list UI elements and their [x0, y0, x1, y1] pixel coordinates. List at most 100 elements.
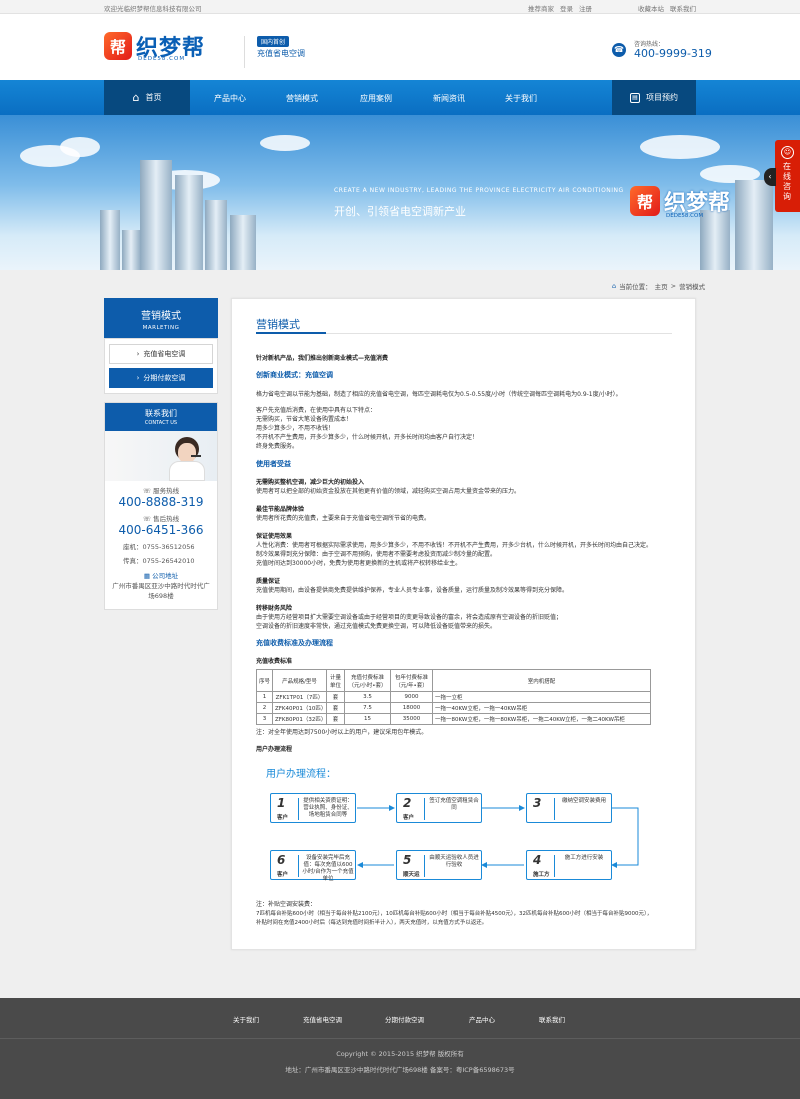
benefit-text: 由于使用方经营项目扩大需要空调设备或由于经营项目的变更导致设备的富余，将会造成原…: [256, 614, 563, 621]
content-panel: 营销模式 针对新机产品，我们推出创新商业模式—充值消费 创新商业模式：充值空调 …: [231, 298, 696, 950]
flow-step-6: 6 客户 设备安装完毕后充值：每次充值以600小时/台作为一个充值单位: [270, 850, 356, 882]
banner-building: [700, 210, 730, 270]
banner-building: [175, 175, 203, 270]
banner-cloud: [260, 135, 310, 151]
section-heading-benefits: 使用者受益: [256, 460, 291, 468]
company-address: 广州市番禺区亚沙中路时代时代广场698楼: [112, 582, 210, 600]
banner-cloud: [640, 135, 720, 159]
top-link-recommend[interactable]: 推荐商家: [528, 3, 554, 13]
breadcrumb-current[interactable]: 营销模式: [679, 281, 705, 291]
footer-link-about[interactable]: 关于我们: [233, 1014, 259, 1024]
footer-link-installment[interactable]: 分期付款空调: [385, 1014, 424, 1024]
top-link-register[interactable]: 注册: [579, 3, 592, 13]
header: 帮 织梦帮 DEDE58.COM 国内首创 充值省电空调 ☎ 咨询热线： 400…: [0, 14, 800, 80]
sidebar-item-label: 充值省电空调: [143, 350, 186, 358]
sidebar: 营销模式 MARLETING › 充值省电空调 › 分期付款空调 联系我们 CO…: [104, 298, 218, 610]
table-cell: ZFK1TP01（7匹）: [272, 691, 327, 703]
table-cell: 9000: [390, 691, 433, 703]
flow-step-3: 3 缴纳空调安装费用: [526, 793, 612, 823]
table-cell: 3.5: [344, 691, 391, 703]
banner-building: [230, 215, 256, 270]
table-cell: 一拖一立柜: [432, 691, 651, 703]
footer-link-contact[interactable]: 联系我们: [539, 1014, 565, 1024]
step-number: 1: [277, 796, 286, 810]
step-role: 顺天运: [403, 872, 420, 878]
banner-building: [100, 210, 120, 270]
header-tagline: 充值省电空调: [257, 49, 305, 58]
step-number: 4: [533, 853, 542, 867]
calendar-icon: ▤: [630, 92, 640, 103]
footer-link-recharge[interactable]: 充值省电空调: [303, 1014, 342, 1024]
logo[interactable]: 帮 织梦帮 DEDE58.COM: [104, 30, 205, 62]
table-note: 注：对全年使用达到7500小时以上的用户，建议采用包年模式。: [256, 729, 428, 736]
nav-appointment[interactable]: ▤ 项目预约: [612, 80, 696, 115]
table-cell: 一拖一40KW立柜，一拖一40KW吊柜: [432, 702, 651, 714]
copyright: Copyright © 2015-2015 织梦帮 版权所有: [336, 1050, 464, 1058]
logo-domain: DEDE58.COM: [138, 56, 186, 62]
address-label-row: ▦ 公司地址: [105, 570, 217, 580]
breadcrumb: ⌂ 当前位置： 主页 > 营销模式: [612, 281, 705, 291]
nav-item-news[interactable]: 新闻资讯: [433, 93, 465, 104]
chat-icon: ☺: [781, 146, 794, 159]
nav-item-about[interactable]: 关于我们: [505, 93, 537, 104]
customer-service-photo: [105, 431, 217, 481]
sidebar-title: 营销模式: [141, 311, 181, 322]
benefit-title: 质量保证: [256, 578, 281, 585]
step-number: 6: [277, 853, 286, 867]
top-links: 推荐商家 登录 注册 收藏本站 联系我们: [528, 3, 696, 13]
landline: 座机：0755-36512056: [123, 543, 195, 551]
table-header: 计量单位: [326, 669, 345, 692]
contact-title-en: CONTACT US: [144, 420, 178, 426]
contact-title: 联系我们: [145, 409, 177, 418]
paragraph: 无需购买，节省大笔设备购置成本！: [256, 416, 353, 423]
table-cell: 35000: [390, 713, 433, 725]
breadcrumb-sep: >: [670, 282, 677, 290]
table-cell: 一拖一80KW立柜，一拖一80KW吊柜，一拖二40KW立柜，一拖二40KW吊柜: [432, 713, 651, 725]
nav-item-products[interactable]: 产品中心: [214, 93, 246, 104]
aftersale-label: 售后热线: [153, 515, 180, 523]
table-cell: 7.5: [344, 702, 391, 714]
sidebar-item-recharge-ac[interactable]: › 充值省电空调: [109, 344, 213, 364]
aftersale-number: 400-6451-366: [118, 523, 204, 537]
top-link-login[interactable]: 登录: [560, 3, 573, 13]
top-link-contact[interactable]: 联系我们: [670, 3, 696, 13]
top-link-bookmark[interactable]: 收藏本站: [638, 3, 664, 13]
headset-icon: ☏: [142, 515, 154, 523]
note-line: 7匹机每台补贴600小时（相当于每台补贴2100元），10匹机每台补贴600小时…: [256, 911, 653, 917]
chevron-right-icon: ›: [136, 374, 140, 382]
step-number: 5: [403, 853, 412, 867]
process-flow: 用户办理流程： 1 客户 提供相关资质证明：营业执照、身份证、场地租赁合同等 2…: [256, 757, 651, 905]
table-row: 3 ZFK80P01（32匹） 套 15 35000 一拖一80KW立柜，一拖一…: [256, 713, 651, 725]
banner-building: [735, 180, 773, 270]
breadcrumb-prefix: 当前位置：: [619, 283, 652, 291]
table-cell: 套: [326, 702, 345, 714]
sidebar-list: › 充值省电空调 › 分期付款空调: [104, 338, 218, 394]
nav-item-cases[interactable]: 应用案例: [360, 93, 392, 104]
table-cell: 套: [326, 691, 345, 703]
benefit-text: 人性化消费：使用者可根据实际需求使用，用多少算多少，不用不收钱！不开机不产生费用…: [256, 542, 653, 549]
banner-slogan: 开创、引领省电空调新产业: [334, 205, 466, 218]
footer-divider: [0, 1038, 800, 1039]
banner-building: [140, 160, 172, 270]
sidebar-item-installment-ac[interactable]: › 分期付款空调: [109, 368, 213, 388]
breadcrumb-home[interactable]: 主页: [655, 281, 668, 291]
logo-badge: 帮: [104, 32, 132, 60]
home-icon: ⌂: [132, 91, 140, 104]
chevron-left-icon[interactable]: ‹: [764, 168, 776, 186]
banner-english-slogan: CREATE A NEW INDUSTRY, LEADING THE PROVI…: [334, 187, 624, 194]
chevron-right-icon: ›: [136, 350, 140, 358]
table-header: 包年付费标准（元/年•套）: [390, 669, 433, 692]
header-divider: [244, 36, 245, 68]
benefit-title: 最佳节能品牌体验: [256, 506, 305, 513]
online-consult-button[interactable]: ☺ 在线咨询: [775, 140, 800, 212]
step-desc: 提供相关资质证明：营业执照、身份证、场地租赁合同等: [303, 798, 353, 818]
banner: CREATE A NEW INDUSTRY, LEADING THE PROVI…: [0, 115, 800, 270]
main-nav: ⌂ 首页 产品中心 营销模式 应用案例 新闻资讯 关于我们 ▤ 项目预约: [0, 80, 800, 115]
footer-link-products[interactable]: 产品中心: [469, 1014, 495, 1024]
note-title: 注：补贴空调安装费：: [256, 901, 317, 908]
header-tag-pill: 国内首创: [257, 36, 290, 47]
nav-home[interactable]: ⌂ 首页: [104, 80, 190, 115]
nav-item-marketing[interactable]: 营销模式: [286, 93, 318, 104]
benefit-text: 使用者所花费的充值费，主要来自于充值省电空调所节省的电费。: [256, 515, 431, 522]
note-line: 补贴时间在充值2400小时后（每达到充值时间折半计入），两天充值时，以充值方式予…: [256, 920, 488, 926]
